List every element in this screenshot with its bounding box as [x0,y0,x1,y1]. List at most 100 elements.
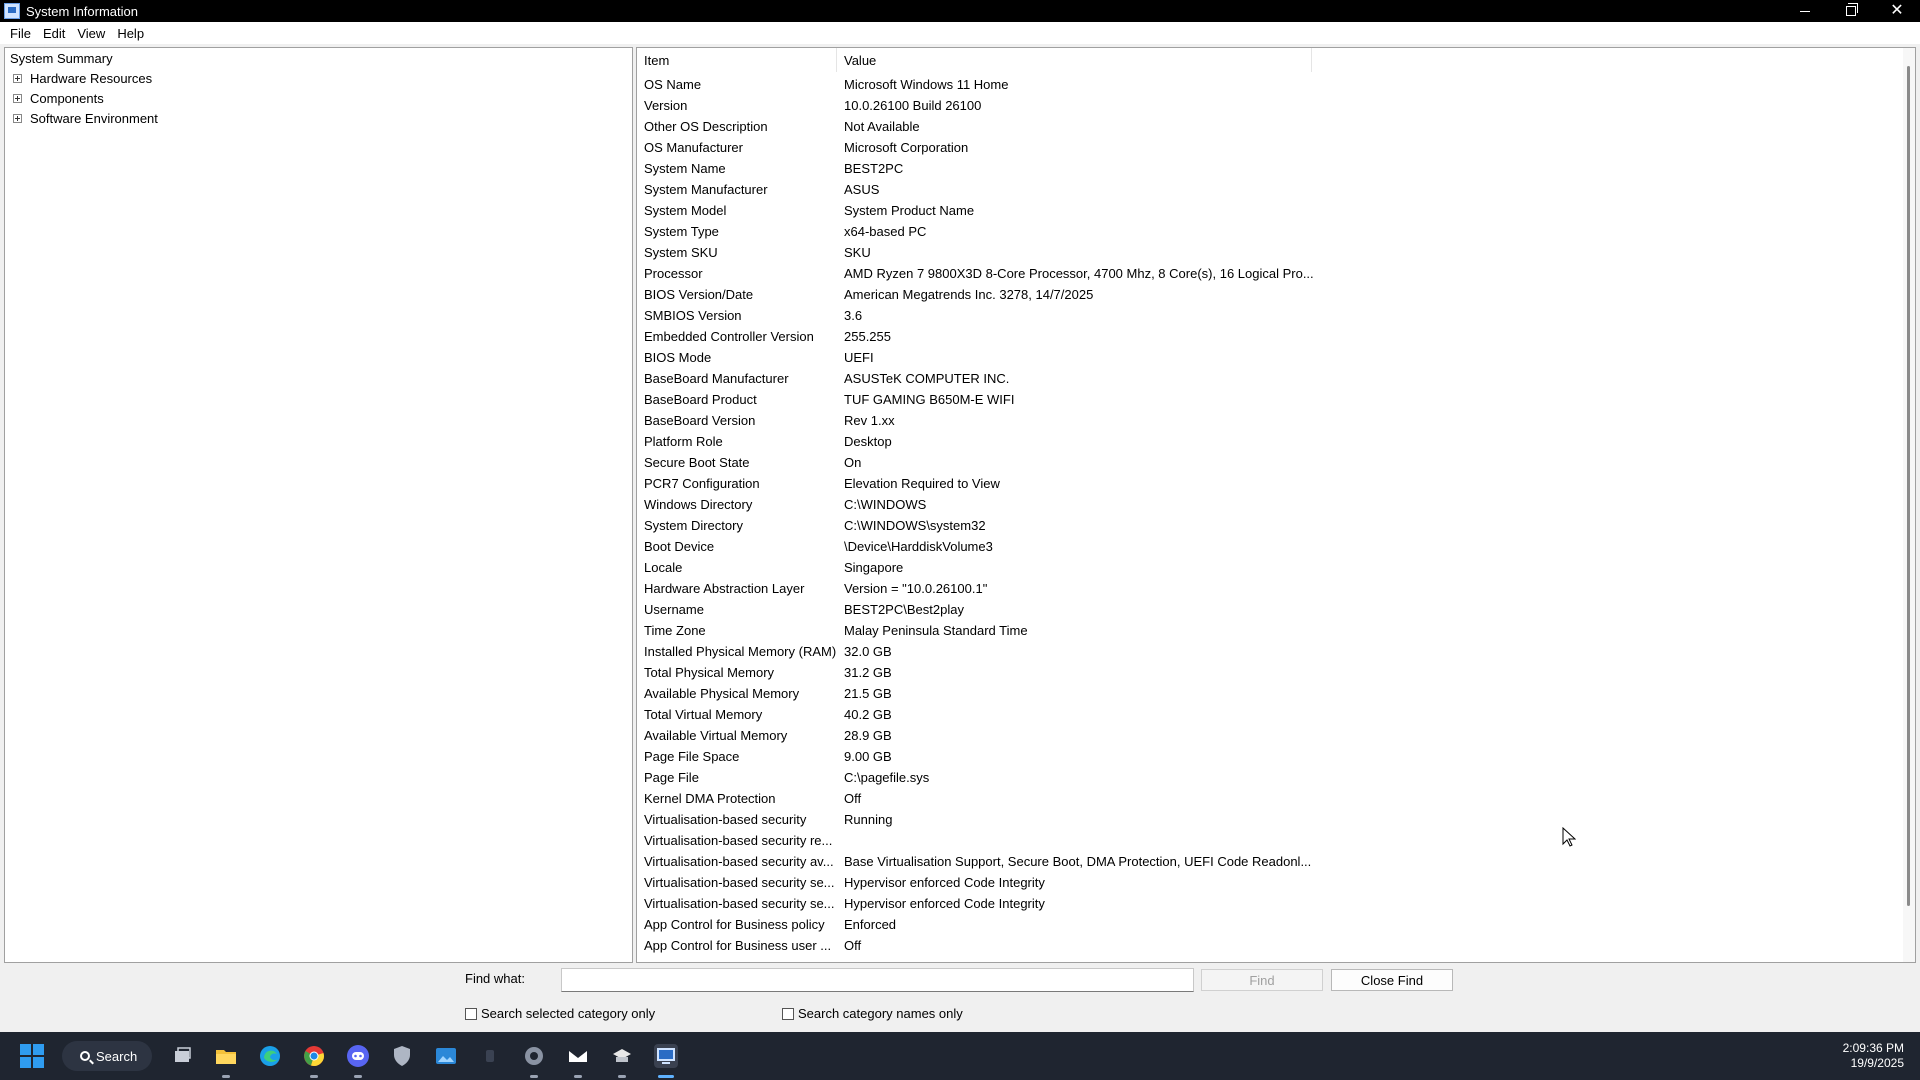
table-row[interactable]: PCR7 Configuration Elevation Required to … [637,473,1897,494]
generic-app-icon[interactable] [478,1044,502,1068]
row-item-cell: System Manufacturer [644,182,768,197]
column-header-item[interactable]: Item [637,48,837,72]
find-what-input[interactable] [561,968,1194,992]
settings-gear-icon[interactable] [522,1044,546,1068]
edge-icon[interactable] [258,1044,282,1068]
table-row[interactable]: Other OS Description Not Available [637,116,1897,137]
restore-icon [1846,3,1858,16]
table-row[interactable]: Available Physical Memory 21.5 GB [637,683,1897,704]
tree-item-hardware-resources[interactable]: Hardware Resources [5,68,632,88]
table-row[interactable]: Installed Physical Memory (RAM) 32.0 GB [637,641,1897,662]
table-row[interactable]: Boot Device \Device\HarddiskVolume3 [637,536,1897,557]
row-value-cell: Version = "10.0.26100.1" [844,581,988,596]
table-row[interactable]: System Directory C:\WINDOWS\system32 [637,515,1897,536]
table-row[interactable]: BaseBoard Version Rev 1.xx [637,410,1897,431]
row-item-cell: Other OS Description [644,119,768,134]
start-windows-icon[interactable] [20,1044,44,1068]
title-bar: System Information ✕ [0,0,1920,22]
expand-plus-icon[interactable] [13,73,22,83]
table-row[interactable]: App Control for Business user ... Off [637,935,1897,956]
file-explorer-icon[interactable] [214,1044,238,1068]
tree-item-components[interactable]: Components [5,88,632,108]
menu-edit[interactable]: Edit [37,26,71,41]
table-row[interactable]: Locale Singapore [637,557,1897,578]
table-row[interactable]: Time Zone Malay Peninsula Standard Time [637,620,1897,641]
table-row[interactable]: Available Virtual Memory 28.9 GB [637,725,1897,746]
row-item-cell: Virtualisation-based security se... [644,875,835,890]
mail-icon[interactable] [566,1044,590,1068]
row-item-cell: Total Virtual Memory [644,707,763,722]
table-row[interactable]: BIOS Version/Date American Megatrends Inc… [637,284,1897,305]
table-row[interactable]: Virtualisation-based security Running [637,809,1897,830]
task-view-icon[interactable] [170,1044,194,1068]
table-row[interactable]: BIOS Mode UEFI [637,347,1897,368]
table-row[interactable]: Total Physical Memory 31.2 GB [637,662,1897,683]
search-selected-category-option[interactable]: Search selected category only [465,1006,655,1021]
table-row[interactable]: System Name BEST2PC [637,158,1897,179]
system-clock[interactable]: 2:09:36 PM 19/9/2025 [1843,1041,1904,1071]
close-button[interactable]: ✕ [1874,0,1920,22]
tree-item-software-environment[interactable]: Software Environment [5,108,632,128]
table-row[interactable]: System Manufacturer ASUS [637,179,1897,200]
expand-plus-icon[interactable] [13,113,22,123]
table-row[interactable]: Virtualisation-based security re... [637,830,1897,851]
search-selected-category-checkbox[interactable] [465,1007,477,1020]
table-row[interactable]: Page File Space 9.00 GB [637,746,1897,767]
table-row[interactable]: Version 10.0.26100 Build 26100 [637,95,1897,116]
table-row[interactable]: OS Manufacturer Microsoft Corporation [637,137,1897,158]
scrollbar-thumb[interactable] [1907,66,1910,906]
row-item-cell: BIOS Version/Date [644,287,754,302]
table-row[interactable]: Kernel DMA Protection Off [637,788,1897,809]
table-row[interactable]: Virtualisation-based security av... Base … [637,851,1897,872]
table-row[interactable]: Username BEST2PC\Best2play [637,599,1897,620]
tree-item-system-summary[interactable]: System Summary [5,48,632,68]
chrome-icon[interactable] [302,1044,326,1068]
table-row[interactable]: Processor AMD Ryzen 7 9800X3D 8-Core Proc… [637,263,1897,284]
column-header-value[interactable]: Value [837,48,1312,72]
security-shield-icon[interactable] [390,1044,414,1068]
row-item-cell: Processor [644,266,703,281]
row-value-cell: 9.00 GB [844,749,892,764]
table-row[interactable]: Virtualisation-based security se... Hyper… [637,872,1897,893]
search-category-names-checkbox[interactable] [782,1007,794,1020]
photos-icon[interactable] [434,1044,458,1068]
menu-help[interactable]: Help [111,26,150,41]
table-row[interactable]: BaseBoard Product TUF GAMING B650M-E WIFI [637,389,1897,410]
row-item-cell: Virtualisation-based security re... [644,833,833,848]
menu-view[interactable]: View [71,26,111,41]
table-row[interactable]: App Control for Business policy Enforced [637,914,1897,935]
table-row[interactable]: System Model System Product Name [637,200,1897,221]
table-row[interactable]: System Type x64-based PC [637,221,1897,242]
system-information-taskbar-icon[interactable] [654,1044,678,1068]
find-what-label: Find what: [465,971,525,986]
table-row[interactable]: SMBIOS Version 3.6 [637,305,1897,326]
close-find-button[interactable]: Close Find [1331,969,1453,991]
minimize-button[interactable] [1782,0,1828,22]
row-value-cell: 32.0 GB [844,644,892,659]
window-title: System Information [26,3,138,19]
table-row[interactable]: Platform Role Desktop [637,431,1897,452]
list-header: Item Value [637,48,1915,72]
table-row[interactable]: Windows Directory C:\WINDOWS [637,494,1897,515]
taskbar-search-button[interactable]: Search [62,1041,152,1071]
tools-app-icon[interactable] [610,1044,634,1068]
table-row[interactable]: System SKU SKU [637,242,1897,263]
table-row[interactable]: Secure Boot State On [637,452,1897,473]
table-row[interactable]: Virtualisation-based security se... Hyper… [637,893,1897,914]
table-row[interactable]: Hardware Abstraction Layer Version = "10.… [637,578,1897,599]
table-row[interactable]: Embedded Controller Version 255.255 [637,326,1897,347]
discord-icon[interactable] [346,1044,370,1068]
find-button[interactable]: Find [1201,969,1323,991]
vertical-scrollbar[interactable] [1903,48,1915,962]
restore-button[interactable] [1828,0,1874,22]
search-category-names-option[interactable]: Search category names only [782,1006,963,1021]
table-row[interactable]: Page File C:\pagefile.sys [637,767,1897,788]
table-row[interactable]: Total Virtual Memory 40.2 GB [637,704,1897,725]
row-item-cell: Boot Device [644,539,715,554]
row-item-cell: System SKU [644,245,718,260]
table-row[interactable]: OS Name Microsoft Windows 11 Home [637,74,1897,95]
row-value-cell: ASUSTeK COMPUTER INC. [844,371,1010,386]
menu-file[interactable]: File [4,26,37,41]
expand-plus-icon[interactable] [13,93,22,103]
table-row[interactable]: BaseBoard Manufacturer ASUSTeK COMPUTER I… [637,368,1897,389]
